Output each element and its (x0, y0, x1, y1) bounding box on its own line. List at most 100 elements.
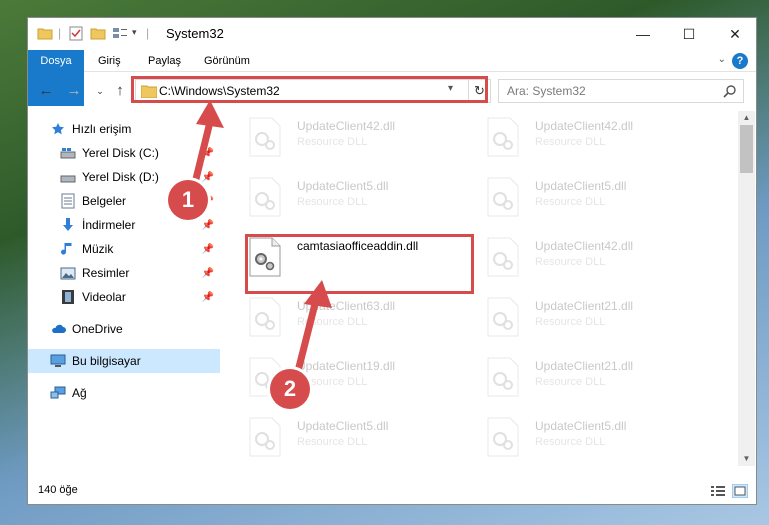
dll-file-icon (487, 177, 519, 217)
sidebar-item-music[interactable]: Müzik 📌 (60, 237, 220, 261)
file-item[interactable]: UpdateClient5.dll Resource DLL (248, 173, 478, 229)
navigation-pane: Hızlı erişim Yerel Disk (C:) 📌 Yerel Dis… (28, 111, 224, 466)
file-name: UpdateClient42.dll (535, 239, 634, 253)
up-button[interactable]: ↑ (110, 80, 130, 102)
file-name: UpdateClient63.dll (297, 299, 396, 313)
window-title: System32 (166, 26, 224, 41)
sidebar-item-videos[interactable]: Videolar 📌 (60, 285, 220, 309)
details-view-icon[interactable] (710, 484, 726, 498)
view-icon[interactable] (112, 25, 128, 41)
separator: | (58, 26, 62, 40)
expand-ribbon-icon[interactable]: ⌄ (718, 54, 726, 65)
tab-paylas[interactable]: Paylaş (138, 50, 191, 72)
search-input[interactable]: Ara: System32 (507, 84, 586, 98)
file-type: Resource DLL (297, 136, 368, 148)
sidebar-item-pictures[interactable]: Resimler 📌 (60, 261, 220, 285)
search-box[interactable]: Ara: System32 (498, 79, 744, 103)
sidebar-item-onedrive[interactable]: OneDrive (50, 317, 220, 341)
pin-icon[interactable]: 📌 (202, 148, 214, 159)
file-item[interactable]: UpdateClient21.dll Resource DLL (486, 293, 716, 349)
file-item[interactable]: UpdateClient5.dll Resource DLL (248, 413, 478, 469)
cloud-icon (50, 321, 66, 337)
scroll-up-icon[interactable]: ▲ (738, 111, 755, 125)
file-type: Resource DLL (535, 256, 606, 268)
file-item[interactable]: UpdateClient5.dll Resource DLL (486, 173, 716, 229)
file-highlight (245, 234, 474, 294)
pin-icon[interactable]: 📌 (202, 268, 214, 279)
pin-icon[interactable]: 📌 (202, 292, 214, 303)
dll-file-icon (487, 297, 519, 337)
dll-file-icon (249, 177, 281, 217)
file-item[interactable]: UpdateClient42.dll Resource DLL (486, 113, 716, 169)
dll-file-icon (249, 117, 281, 157)
file-name: UpdateClient42.dll (535, 119, 634, 133)
file-name: UpdateClient42.dll (297, 119, 396, 133)
sidebar-item-this-pc[interactable]: Bu bilgisayar (28, 349, 220, 373)
pin-icon[interactable]: 📌 (202, 244, 214, 255)
file-item[interactable]: UpdateClient42.dll Resource DLL (248, 113, 478, 169)
sidebar-item-quick-access[interactable]: Hızlı erişim (50, 117, 220, 141)
sidebar-item-label: İndirmeler (82, 218, 136, 232)
properties-icon[interactable] (68, 25, 84, 41)
folder-icon (37, 28, 53, 40)
pin-icon[interactable]: 📌 (202, 220, 214, 231)
sidebar-item-label: Videolar (82, 290, 126, 304)
scroll-down-icon[interactable]: ▼ (738, 452, 755, 466)
qat-dropdown-icon[interactable]: ▾ (132, 27, 137, 38)
sidebar-item-label: Bu bilgisayar (72, 354, 141, 368)
file-item[interactable]: UpdateClient5.dll Resource DLL (486, 413, 716, 469)
sidebar-item-network[interactable]: Ağ (50, 381, 220, 405)
file-item[interactable]: UpdateClient63.dll Resource DLL (248, 293, 478, 349)
address-bar-highlight (131, 76, 488, 103)
large-icons-view-icon[interactable] (732, 484, 748, 498)
sidebar-item-label: Yerel Disk (C:) (82, 146, 159, 160)
forward-button[interactable]: → (64, 80, 84, 102)
drive-icon (60, 169, 76, 185)
file-name: UpdateClient19.dll (297, 359, 396, 373)
dll-file-icon (487, 117, 519, 157)
file-name: UpdateClient21.dll (535, 299, 634, 313)
tab-giris[interactable]: Giriş (88, 50, 131, 72)
dll-file-icon (249, 417, 281, 457)
star-icon (50, 121, 66, 137)
new-folder-icon[interactable] (90, 25, 106, 41)
file-type: Resource DLL (535, 316, 606, 328)
download-icon (60, 217, 76, 233)
computer-icon (50, 353, 66, 369)
file-name: UpdateClient5.dll (535, 179, 627, 193)
drive-icon (60, 145, 76, 161)
videos-icon (60, 289, 76, 305)
dll-file-icon (487, 237, 519, 277)
maximize-button[interactable]: ☐ (666, 18, 712, 50)
scroll-thumb[interactable] (740, 125, 753, 173)
step-1-badge: 1 (168, 180, 208, 220)
help-button[interactable]: ? (732, 53, 748, 69)
dll-file-icon (487, 357, 519, 397)
sidebar-item-local-disk-c[interactable]: Yerel Disk (C:) 📌 (60, 141, 220, 165)
ribbon-tabs: Dosya Giriş Paylaş Görünüm ⌄ ? (28, 50, 756, 106)
separator: | (146, 26, 150, 40)
file-name: UpdateClient5.dll (297, 179, 389, 193)
recent-locations-button[interactable]: ⌄ (90, 80, 110, 102)
minimize-button[interactable]: — (620, 18, 666, 50)
back-button[interactable]: ← (36, 80, 56, 102)
close-button[interactable]: ✕ (712, 18, 756, 50)
file-type: Resource DLL (297, 436, 368, 448)
file-name: UpdateClient21.dll (535, 359, 634, 373)
file-item[interactable]: UpdateClient42.dll Resource DLL (486, 233, 716, 289)
vertical-scrollbar[interactable]: ▲ ▼ (738, 111, 755, 466)
file-item[interactable]: UpdateClient21.dll Resource DLL (486, 353, 716, 409)
file-type: Resource DLL (535, 136, 606, 148)
file-type: Resource DLL (535, 196, 606, 208)
status-bar: 140 öğe (28, 478, 756, 504)
sidebar-item-label: Ağ (72, 386, 87, 400)
dll-file-icon (249, 297, 281, 337)
sidebar-item-label: Resimler (82, 266, 130, 280)
file-type: Resource DLL (297, 316, 368, 328)
pictures-icon (60, 265, 76, 281)
file-type: Resource DLL (535, 376, 606, 388)
pin-icon[interactable]: 📌 (202, 172, 214, 183)
tab-gorunum[interactable]: Görünüm (194, 50, 260, 72)
sidebar-item-label: Belgeler (82, 194, 127, 208)
network-icon (50, 385, 66, 401)
